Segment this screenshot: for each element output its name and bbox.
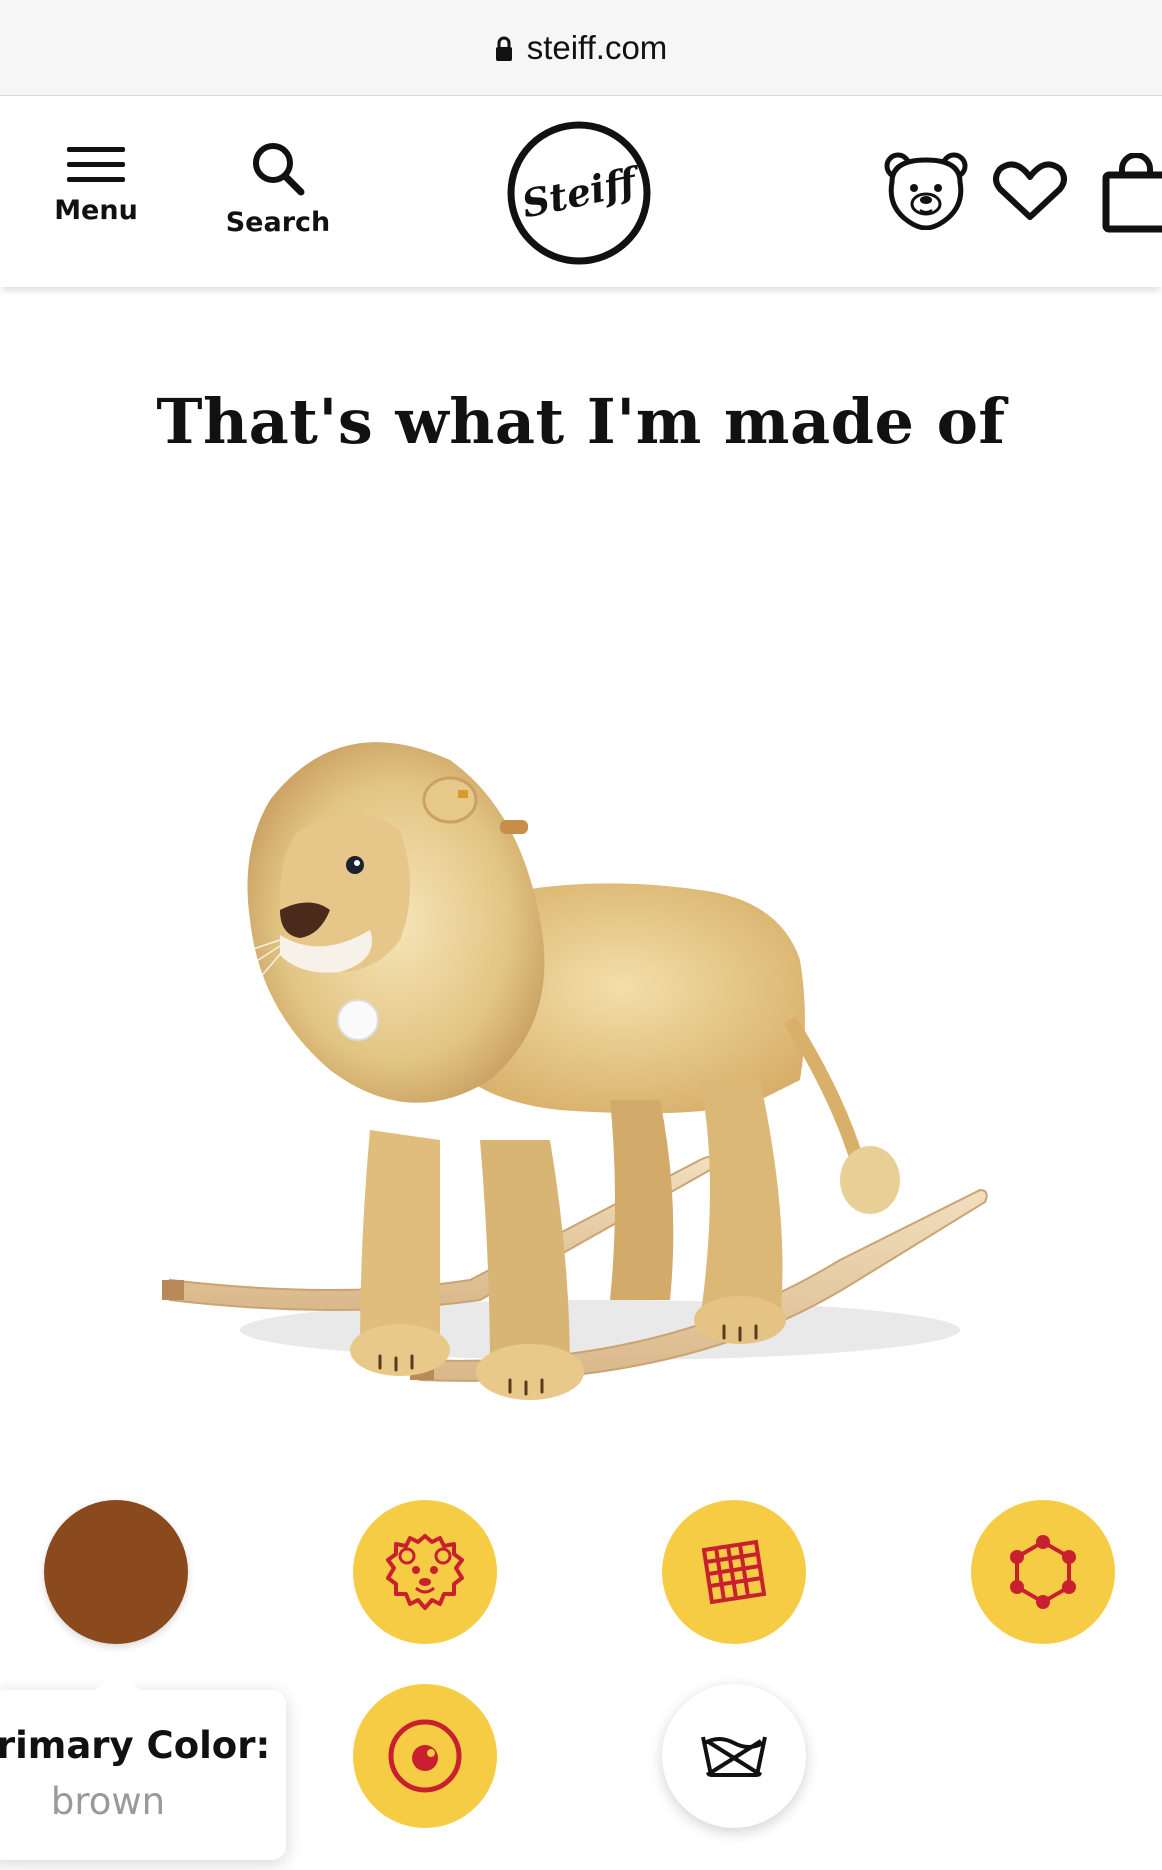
fabric-material-button[interactable] [662,1500,806,1644]
menu-button[interactable]: Menu [50,145,142,226]
shopping-bag-icon[interactable] [1100,153,1162,233]
filling-material-button[interactable] [971,1500,1115,1644]
lock-icon [495,36,512,61]
care-instructions-button[interactable] [662,1684,806,1828]
search-icon [253,143,305,196]
heart-icon[interactable] [990,159,1070,223]
tooltip-label: Primary Color: [0,1724,271,1767]
fur-material-button[interactable] [353,1500,497,1644]
bear-account-icon[interactable] [884,152,968,230]
steiff-logo[interactable]: Steiff [506,120,652,266]
eye-icon [388,1719,462,1793]
tooltip-value: brown [50,1780,166,1823]
hamburger-icon [67,147,125,182]
section-title: That's what I'm made of [156,385,1006,458]
woven-fabric-icon [701,1539,767,1605]
menu-label: Menu [54,195,138,226]
search-label: Search [225,207,331,238]
primary-color-swatch[interactable] [44,1500,188,1644]
site-header: Menu Search Steiff [0,97,1162,287]
eyes-material-button[interactable] [353,1684,497,1828]
url-domain: steiff.com [526,28,668,66]
no-wash-icon [701,1736,767,1777]
browser-url-bar[interactable]: steiff.com [0,0,1162,96]
lion-rocking-toy-image [162,742,988,1400]
search-button[interactable]: Search [220,139,336,238]
primary-color-tooltip: Primary Color: brown [0,1668,286,1860]
molecule-icon [1010,1535,1076,1609]
lion-head-icon [386,1534,464,1610]
